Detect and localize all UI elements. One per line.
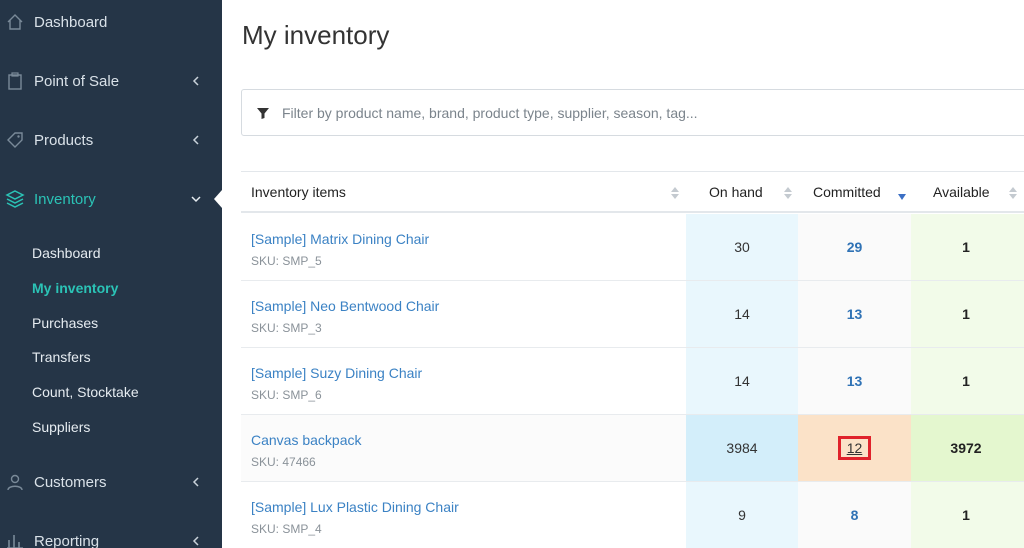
- column-header-label: Inventory items: [251, 184, 346, 200]
- chevron-left-icon: [190, 535, 202, 547]
- sort-icon: [671, 186, 679, 199]
- sidebar-subitem-my-inventory[interactable]: My inventory: [32, 280, 118, 296]
- sidebar-item-label: Dashboard: [34, 13, 108, 31]
- sidebar: Dashboard Point of Sale Products Invento…: [0, 0, 222, 548]
- sidebar-item-reporting[interactable]: Reporting: [0, 513, 222, 548]
- available-cell: 1: [911, 214, 1024, 280]
- product-sku: SKU: SMP_3: [251, 321, 322, 335]
- filter-input[interactable]: [282, 100, 982, 126]
- available-cell: 1: [911, 348, 1024, 414]
- sidebar-subitem-transfers[interactable]: Transfers: [32, 349, 91, 365]
- chevron-left-icon: [190, 75, 202, 87]
- product-link[interactable]: [Sample] Suzy Dining Chair: [251, 365, 422, 381]
- column-header-on-hand[interactable]: On hand: [709, 172, 798, 212]
- product-link[interactable]: [Sample] Matrix Dining Chair: [251, 231, 429, 247]
- sidebar-item-customers[interactable]: Customers: [0, 454, 222, 510]
- sidebar-subitem-purchases[interactable]: Purchases: [32, 315, 98, 331]
- product-link[interactable]: [Sample] Lux Plastic Dining Chair: [251, 499, 459, 515]
- on-hand-cell: 3984: [686, 415, 798, 481]
- sort-icon: [1009, 186, 1017, 199]
- item-cell: [Sample] Matrix Dining Chair SKU: SMP_5: [241, 214, 686, 280]
- sidebar-item-point-of-sale[interactable]: Point of Sale: [0, 53, 222, 109]
- available-cell: 1: [911, 482, 1024, 548]
- sidebar-item-label: Reporting: [34, 532, 100, 548]
- table-row: Canvas backpack SKU: 47466 3984 12 3972: [241, 415, 1024, 482]
- sidebar-item-label: Products: [34, 131, 94, 149]
- on-hand-cell: 9: [686, 482, 798, 548]
- chevron-left-icon: [190, 476, 202, 488]
- sidebar-item-label: Point of Sale: [34, 72, 120, 90]
- filter-icon: [256, 106, 270, 120]
- item-cell: Canvas backpack SKU: 47466: [241, 415, 686, 481]
- sidebar-subitem-dashboard[interactable]: Dashboard: [32, 245, 101, 261]
- users-icon: [5, 472, 25, 492]
- sidebar-subitem-suppliers[interactable]: Suppliers: [32, 419, 90, 435]
- table-row: [Sample] Lux Plastic Dining Chair SKU: S…: [241, 482, 1024, 548]
- filter-bar: [241, 89, 1024, 136]
- on-hand-cell: 14: [686, 348, 798, 414]
- tag-icon: [5, 130, 25, 150]
- item-cell: [Sample] Neo Bentwood Chair SKU: SMP_3: [241, 281, 686, 347]
- home-icon: [5, 12, 25, 32]
- chevron-down-icon: [190, 193, 202, 205]
- column-header-available[interactable]: Available: [933, 172, 1024, 212]
- layers-icon: [5, 189, 25, 209]
- table-row: [Sample] Suzy Dining Chair SKU: SMP_6 14…: [241, 348, 1024, 415]
- active-indicator: [214, 190, 222, 208]
- sidebar-item-products[interactable]: Products: [0, 112, 222, 168]
- committed-link[interactable]: 8: [798, 482, 911, 548]
- sidebar-item-label: Customers: [34, 473, 107, 491]
- bar-chart-icon: [5, 531, 25, 548]
- table-row: [Sample] Matrix Dining Chair SKU: SMP_5 …: [241, 214, 1024, 281]
- page-title: My inventory: [242, 20, 390, 50]
- on-hand-cell: 30: [686, 214, 798, 280]
- sidebar-item-label: Inventory: [34, 190, 96, 208]
- item-cell: [Sample] Lux Plastic Dining Chair SKU: S…: [241, 482, 686, 548]
- sort-descending-icon: [898, 188, 906, 200]
- column-header-label: Available: [933, 184, 990, 200]
- column-header-label: On hand: [709, 184, 763, 200]
- item-cell: [Sample] Suzy Dining Chair SKU: SMP_6: [241, 348, 686, 414]
- product-link[interactable]: [Sample] Neo Bentwood Chair: [251, 298, 439, 314]
- product-link[interactable]: Canvas backpack: [251, 432, 362, 448]
- table-header: Inventory items On hand Committed Availa…: [241, 171, 1024, 213]
- committed-link[interactable]: 13: [798, 281, 911, 347]
- committed-link[interactable]: 13: [798, 348, 911, 414]
- available-cell: 1: [911, 281, 1024, 347]
- column-header-label: Committed: [813, 184, 881, 200]
- sidebar-subitem-count-stocktake[interactable]: Count, Stocktake: [32, 384, 139, 400]
- on-hand-cell: 14: [686, 281, 798, 347]
- product-sku: SKU: SMP_6: [251, 388, 322, 402]
- table-row: [Sample] Neo Bentwood Chair SKU: SMP_3 1…: [241, 281, 1024, 348]
- committed-cell: 12: [798, 415, 911, 481]
- sidebar-item-inventory[interactable]: Inventory: [0, 171, 222, 227]
- committed-link[interactable]: 12: [837, 436, 872, 460]
- product-sku: SKU: SMP_5: [251, 254, 322, 268]
- column-header-committed[interactable]: Committed: [813, 172, 911, 212]
- product-sku: SKU: SMP_4: [251, 522, 322, 536]
- sort-icon: [784, 186, 792, 199]
- available-cell: 3972: [911, 415, 1024, 481]
- product-sku: SKU: 47466: [251, 455, 316, 469]
- committed-link[interactable]: 29: [798, 214, 911, 280]
- column-header-inventory-items[interactable]: Inventory items: [251, 172, 681, 212]
- sidebar-item-dashboard[interactable]: Dashboard: [0, 0, 222, 50]
- chevron-left-icon: [190, 134, 202, 146]
- clipboard-icon: [5, 71, 25, 91]
